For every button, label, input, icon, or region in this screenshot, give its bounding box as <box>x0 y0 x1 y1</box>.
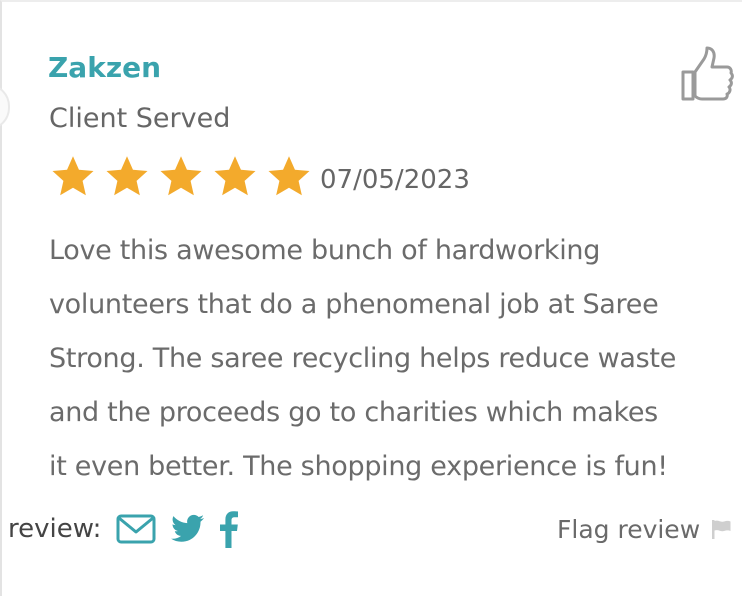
reviewer-role: Client Served <box>49 103 231 134</box>
flag-review-button[interactable]: Flag review <box>557 509 732 549</box>
review-text-line: Strong. The saree recycling helps reduce… <box>49 343 677 374</box>
thumbs-up-icon <box>681 46 734 101</box>
review-text-line: volunteers that do a phenomenal job at S… <box>49 289 659 320</box>
star-rating <box>50 154 320 200</box>
share-facebook-button[interactable] <box>217 510 239 548</box>
flag-icon <box>712 520 731 539</box>
share-email-button[interactable] <box>115 511 169 547</box>
review-text-line: and the proceeds go to charities which m… <box>49 397 658 428</box>
share-review: review: <box>8 507 239 551</box>
review-text-line: Love this awesome bunch of hardworking <box>49 235 601 266</box>
helpful-button[interactable] <box>680 45 734 103</box>
star-icon <box>106 156 148 196</box>
card-edge-decoration <box>0 84 10 130</box>
star-icon <box>268 156 310 196</box>
facebook-icon <box>220 511 239 548</box>
review-text-line: it even better. The shopping experience … <box>49 451 668 482</box>
share-label: review: <box>8 514 102 544</box>
star-icon <box>52 156 94 196</box>
share-twitter-button[interactable] <box>169 514 217 544</box>
review-text: Love this awesome bunch of hardworking vo… <box>49 224 739 494</box>
star-icon <box>214 156 256 196</box>
star-icon <box>160 156 202 196</box>
rating-row: 07/05/2023 <box>50 152 470 202</box>
email-icon <box>116 514 156 544</box>
review-date: 07/05/2023 <box>320 165 470 195</box>
review-card: Zakzen Client Served 07/05/2023 Love thi… <box>0 0 742 596</box>
reviewer-name: Zakzen <box>48 51 162 84</box>
flag-review-label: Flag review <box>557 514 701 544</box>
twitter-icon <box>171 514 205 542</box>
